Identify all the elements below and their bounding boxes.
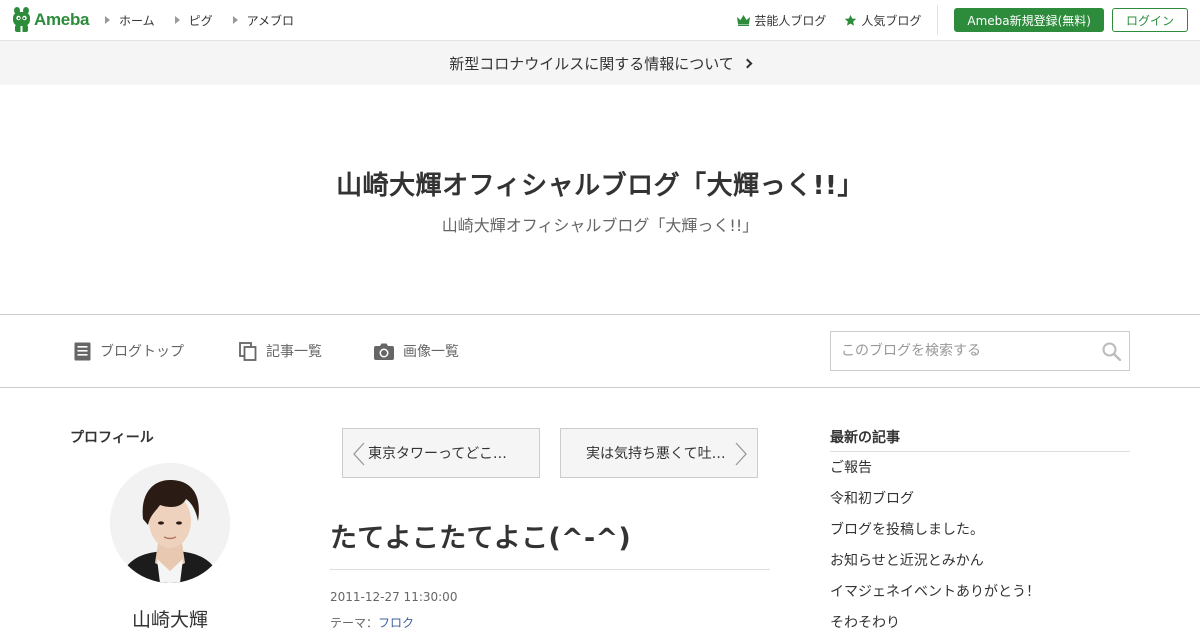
nav-home-label: ホーム bbox=[119, 13, 155, 28]
recent-entry-item[interactable]: イマジェネイベントありがとう！ bbox=[830, 583, 1040, 614]
image-list-label: 画像一覧 bbox=[403, 344, 459, 360]
nav-ameblo-link[interactable]: アメブロ bbox=[232, 12, 295, 29]
nav-pigg-label: ピグ bbox=[188, 13, 213, 28]
profile-name[interactable]: 山崎大輝 bbox=[70, 605, 270, 630]
camera-icon bbox=[374, 343, 394, 360]
star-icon bbox=[845, 14, 857, 26]
ameba-logo[interactable]: Ameba bbox=[12, 7, 89, 33]
blog-search-input[interactable] bbox=[831, 332, 1091, 370]
entry-title[interactable]: たてよこたてよこ(^-^) bbox=[330, 516, 631, 555]
header-divider bbox=[937, 5, 939, 35]
notice-text: 新型コロナウイルスに関する情報について bbox=[449, 54, 734, 73]
celebrity-blog-label: 芸能人ブログ bbox=[754, 13, 827, 28]
entry-date: 2011-12-27 11:30:00 bbox=[330, 590, 458, 604]
avatar[interactable] bbox=[110, 463, 230, 583]
chevron-left-icon bbox=[353, 442, 365, 466]
chevron-right-icon bbox=[735, 442, 747, 466]
ameba-mascot-icon bbox=[13, 7, 30, 32]
next-entry-button[interactable]: 実は気持ち悪くて吐… bbox=[560, 428, 758, 478]
nav-pigg-link[interactable]: ピグ bbox=[174, 12, 213, 29]
covid-notice-link[interactable]: 新型コロナウイルスに関する情報について bbox=[0, 41, 1200, 85]
blog-description: 山崎大輝オフィシャルブログ「大輝っく!!」 bbox=[441, 216, 759, 235]
header-actions: 芸能人ブログ 人気ブログ Ameba新規登録(無料) ログイン bbox=[719, 0, 1188, 40]
entry-divider bbox=[330, 569, 770, 570]
popular-blog-label: 人気ブログ bbox=[861, 13, 922, 28]
search-icon[interactable] bbox=[1102, 342, 1121, 361]
chevron-right-icon bbox=[742, 58, 753, 69]
profile-heading: プロフィール bbox=[70, 430, 154, 446]
entry-theme-label: テーマ： bbox=[330, 616, 379, 630]
blog-top-label: ブログトップ bbox=[100, 344, 184, 360]
recent-entry-item[interactable]: お知らせと近況とみかん bbox=[830, 552, 1040, 583]
entry-list-label: 記事一覧 bbox=[266, 344, 322, 360]
recent-entry-item[interactable]: ご報告 bbox=[830, 459, 1040, 490]
celebrity-blog-link[interactable]: 芸能人ブログ bbox=[737, 12, 826, 29]
global-nav: ホーム ピグ アメブロ bbox=[105, 0, 314, 40]
crown-icon bbox=[737, 14, 751, 26]
entry-theme: テーマ：フロク bbox=[330, 614, 414, 630]
entry-theme-link[interactable]: フロク bbox=[378, 616, 414, 630]
triangle-right-icon bbox=[232, 16, 238, 24]
global-header: Ameba ホーム ピグ アメブロ 芸能人ブログ 人気ブログ Ameba新規登録… bbox=[0, 0, 1200, 41]
nav-ameblo-label: アメブロ bbox=[246, 13, 295, 28]
register-button[interactable]: Ameba新規登録(無料) bbox=[954, 8, 1104, 32]
entry-list-link[interactable]: 記事一覧 bbox=[239, 315, 322, 387]
triangle-right-icon bbox=[105, 16, 110, 24]
recent-entry-item[interactable]: ブログを投稿しました。 bbox=[830, 521, 1040, 552]
blog-title[interactable]: 山崎大輝オフィシャルブログ「大輝っく!!」 bbox=[0, 165, 1200, 202]
prev-entry-label: 東京タワーってどこ… bbox=[368, 446, 507, 462]
recent-entry-item[interactable]: 令和初ブログ bbox=[830, 490, 1040, 521]
blog-search bbox=[830, 331, 1130, 371]
copy-pages-icon bbox=[239, 341, 257, 361]
document-icon bbox=[74, 342, 91, 360]
recent-entries-list: ご報告 令和初ブログ ブログを投稿しました。 お知らせと近況とみかん イマジェネ… bbox=[830, 459, 1040, 630]
recent-entry-item[interactable]: そわそわり bbox=[830, 614, 1040, 630]
nav-home-link[interactable]: ホーム bbox=[105, 12, 155, 29]
popular-blog-link[interactable]: 人気ブログ bbox=[844, 12, 921, 29]
recent-entries-heading: 最新の記事 bbox=[830, 430, 900, 446]
logo-text: Ameba bbox=[34, 10, 90, 29]
triangle-right-icon bbox=[174, 16, 180, 24]
image-list-link[interactable]: 画像一覧 bbox=[374, 315, 459, 387]
blog-nav: ブログトップ 記事一覧 画像一覧 bbox=[0, 314, 1200, 388]
recent-entries-divider bbox=[830, 451, 1130, 452]
prev-entry-button[interactable]: 東京タワーってどこ… bbox=[342, 428, 540, 478]
next-entry-label: 実は気持ち悪くて吐… bbox=[586, 446, 726, 462]
blog-top-link[interactable]: ブログトップ bbox=[74, 315, 184, 387]
profile-photo bbox=[110, 463, 230, 583]
login-button[interactable]: ログイン bbox=[1111, 8, 1188, 32]
